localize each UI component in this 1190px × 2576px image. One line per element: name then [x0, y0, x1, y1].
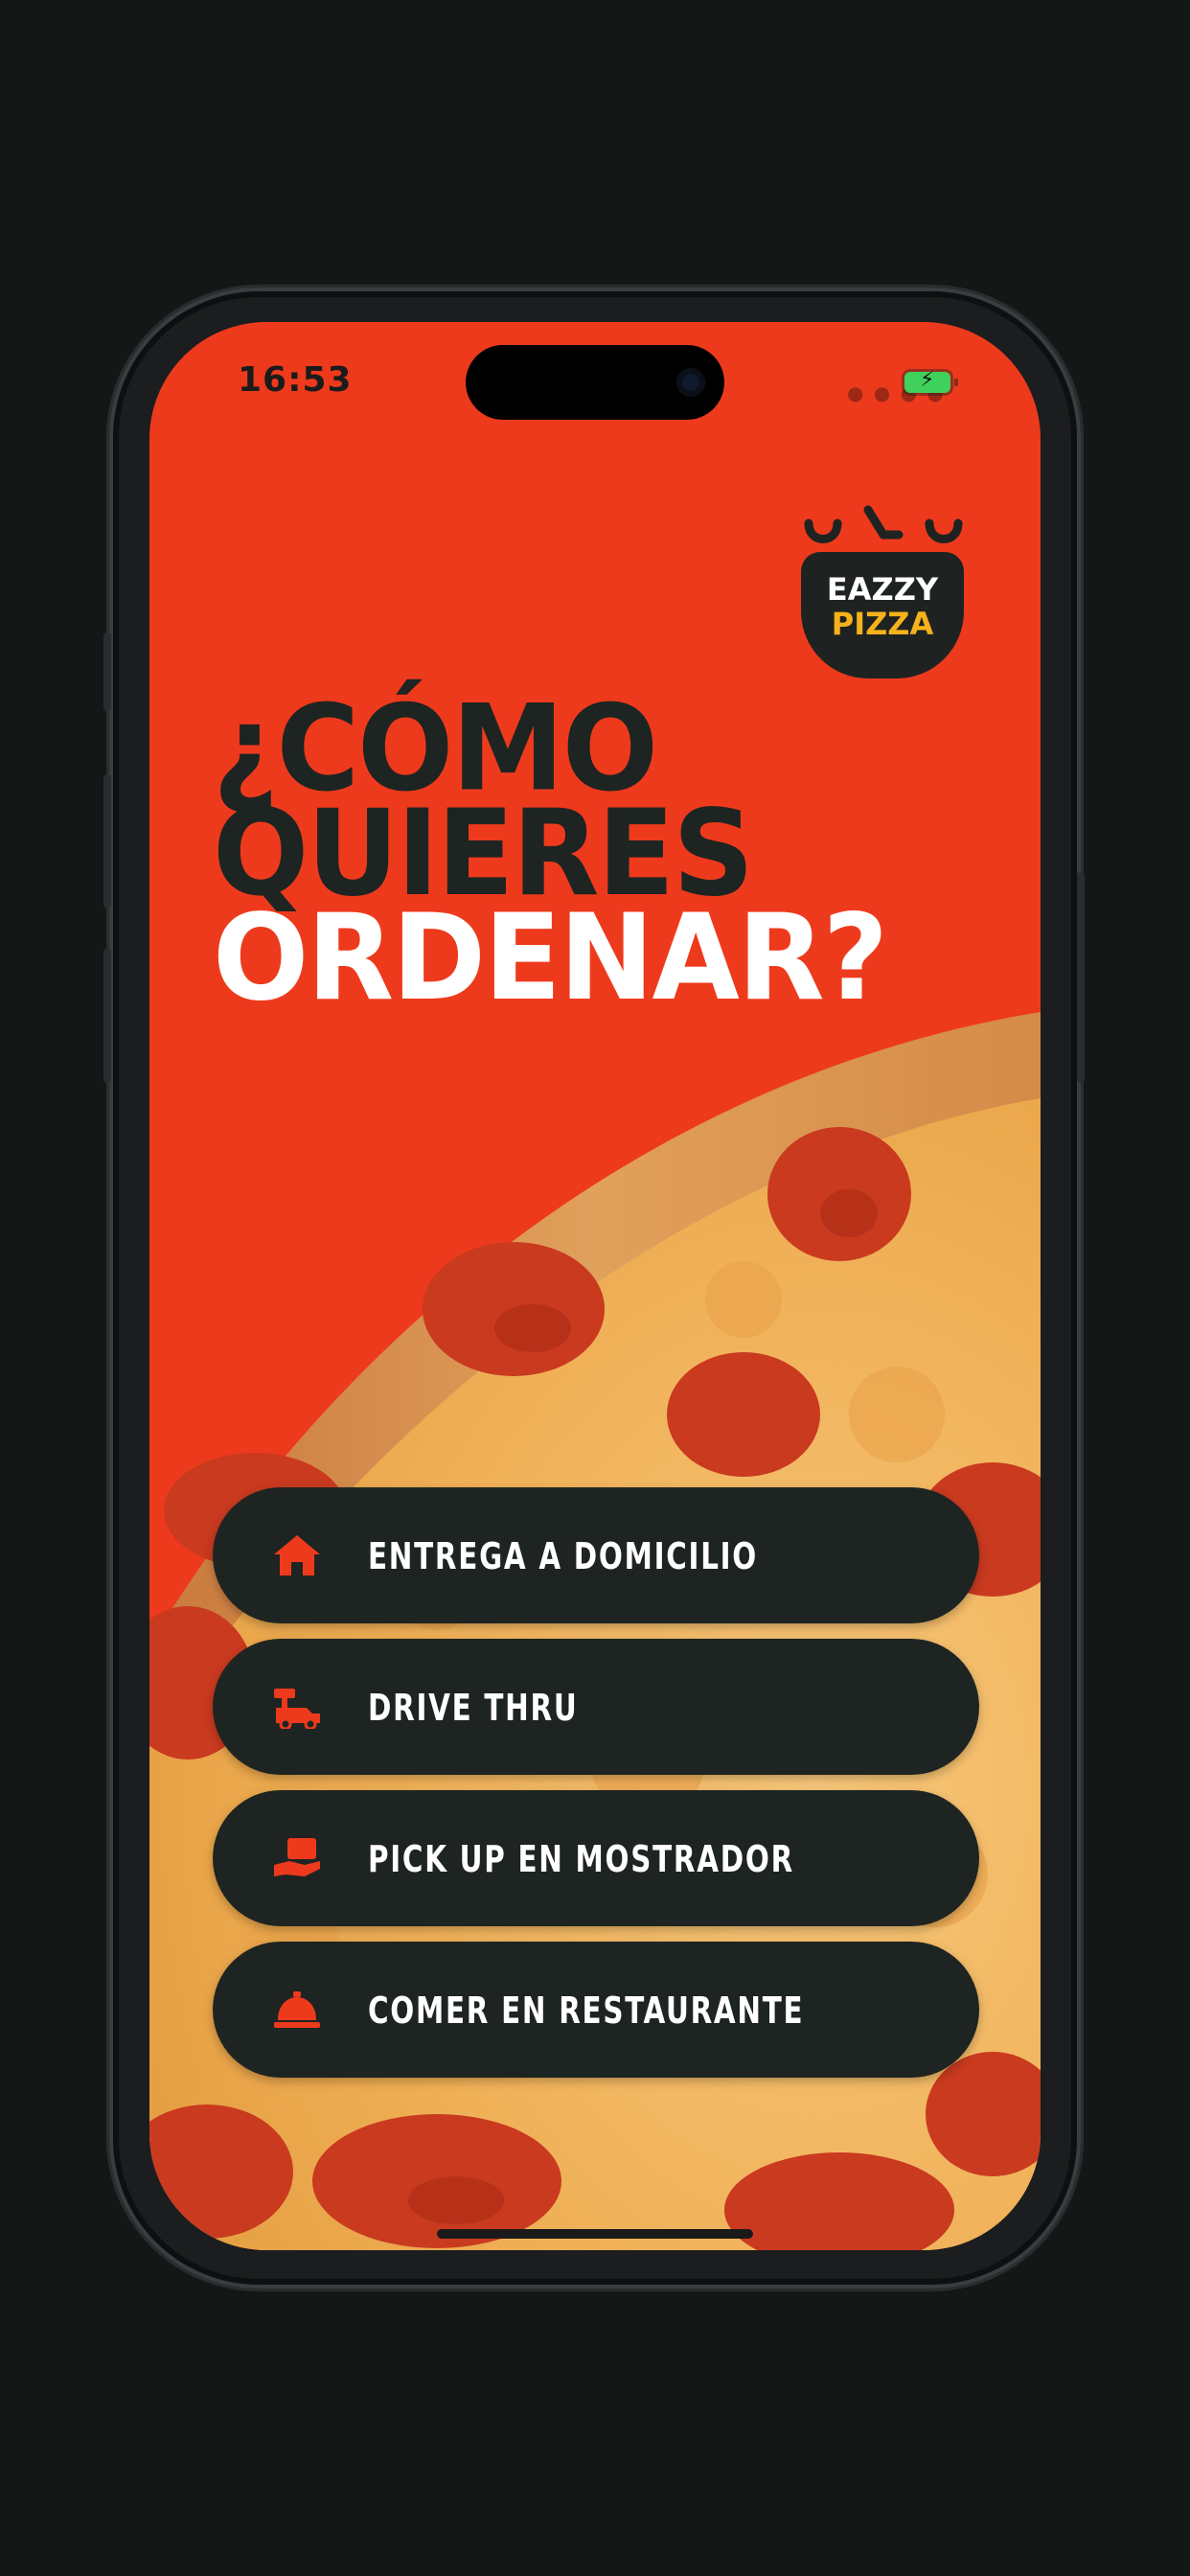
car-icon: [274, 1689, 320, 1729]
charging-bolt-icon: ⚡: [920, 368, 935, 392]
logo-text-pizza: PIZZA: [831, 606, 934, 642]
drive-thru-label: DRIVE THRU: [368, 1687, 579, 1729]
dynamic-island: [466, 345, 724, 420]
service-bell-icon: [274, 1991, 320, 2028]
logo-bowl: EAZZY PIZZA: [801, 552, 964, 678]
delivery-button[interactable]: ENTREGA A DOMICILIO: [213, 1487, 979, 1623]
house-icon: [274, 1535, 320, 1576]
delivery-label: ENTREGA A DOMICILIO: [368, 1535, 759, 1577]
dine-in-button[interactable]: COMER EN RESTAURANTE: [213, 1942, 979, 2078]
home-indicator[interactable]: [437, 2229, 753, 2239]
drive-thru-button[interactable]: DRIVE THRU: [213, 1639, 979, 1775]
pickup-counter-label: PICK UP EN MOSTRADOR: [368, 1838, 794, 1880]
volume-down-button: [103, 949, 111, 1083]
order-options: ENTREGA A DOMICILIO DRIVE THRU PICK UP E…: [213, 1487, 979, 2093]
action-button: [103, 632, 111, 711]
logo-text-eazzy: EAZZY: [826, 571, 939, 608]
eazzy-pizza-logo: EAZZY PIZZA: [801, 504, 966, 686]
pickup-counter-button[interactable]: PICK UP EN MOSTRADOR: [213, 1790, 979, 1926]
volume-up-button: [103, 774, 111, 908]
app-screen: 16:53 ● ● ● ● ⚡ EAZZY PIZZA ¿CÓMO QUIERE…: [149, 322, 1041, 2250]
battery-icon: ⚡: [904, 368, 958, 393]
camera-icon: [676, 368, 705, 397]
status-time: 16:53: [238, 360, 353, 400]
dine-in-label: COMER EN RESTAURANTE: [368, 1990, 805, 2032]
power-button: [1077, 872, 1085, 1083]
page-title: ¿CÓMO QUIERES ORDENAR?: [213, 689, 1018, 1027]
hand-bag-icon: [274, 1838, 320, 1876]
title-line-3: ORDENAR?: [213, 887, 888, 1027]
